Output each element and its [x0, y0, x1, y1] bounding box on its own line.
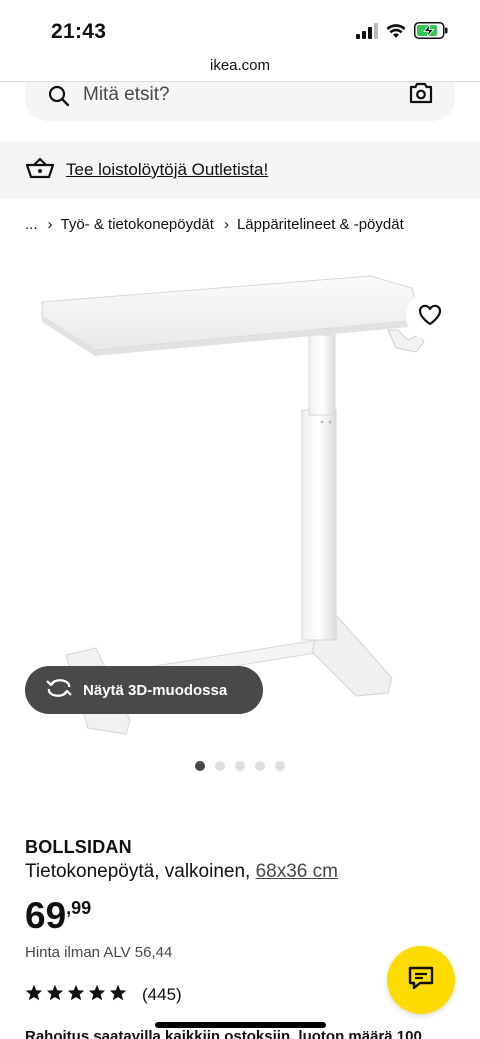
- view-3d-button[interactable]: Näytä 3D-muodossa: [25, 666, 263, 714]
- chat-icon: [408, 966, 434, 995]
- breadcrumb: ... › Työ- & tietokonepöydät › Läppärite…: [25, 216, 404, 233]
- price-decimal: ,99: [66, 898, 92, 918]
- search-input[interactable]: [83, 82, 383, 108]
- star-icon: [46, 984, 64, 1006]
- breadcrumb-ellipsis[interactable]: ...: [25, 216, 38, 233]
- rating-count: (445): [142, 985, 182, 1004]
- carousel-dot-5[interactable]: [275, 761, 285, 771]
- carousel-dot-2[interactable]: [215, 761, 225, 771]
- star-icon: [88, 984, 106, 1006]
- product-price: 69 ,99: [25, 896, 91, 936]
- search-bar: [25, 82, 455, 121]
- breadcrumb-item-work-desks[interactable]: Työ- & tietokonepöydät: [61, 216, 214, 233]
- price-excl-vat: Hinta ilman ALV 56,44: [25, 944, 173, 961]
- financing-text[interactable]: Rahoitus saatavilla kaikkiin ostoksiin, …: [25, 1028, 422, 1039]
- carousel-dots: [195, 761, 285, 771]
- product-rating[interactable]: (445): [25, 984, 182, 1006]
- basket-icon: [25, 157, 55, 184]
- outlet-promo-banner[interactable]: Tee loistolöytöjä Outletista!: [0, 141, 480, 199]
- carousel-dot-4[interactable]: [255, 761, 265, 771]
- view-3d-label: Näytä 3D-muodossa: [83, 681, 228, 699]
- rotate-3d-icon: [45, 678, 73, 702]
- signal-icon: [356, 22, 378, 44]
- breadcrumb-item-laptop-stands[interactable]: Läppäritelineet & -pöydät: [237, 216, 404, 233]
- product-size-link[interactable]: 68x36 cm: [256, 861, 338, 882]
- search-icon: [47, 84, 71, 113]
- chevron-right-icon: ›: [47, 216, 53, 233]
- chat-button[interactable]: [387, 946, 455, 1014]
- product-name: BOLLSIDAN: [25, 837, 132, 857]
- product-type: Tietokonepöytä, valkoinen,: [25, 861, 251, 882]
- home-indicator: [155, 1022, 326, 1028]
- carousel-dot-1[interactable]: [195, 761, 205, 771]
- chevron-right-icon: ›: [223, 216, 229, 233]
- carousel-dot-3[interactable]: [235, 761, 245, 771]
- camera-icon[interactable]: [409, 82, 433, 109]
- status-icons: [356, 22, 448, 44]
- status-bar: 21:43: [0, 0, 480, 54]
- url-text: ikea.com: [209, 57, 271, 74]
- star-icon: [25, 984, 43, 1006]
- browser-url-bar[interactable]: ikea.com: [0, 54, 480, 82]
- star-icon: [109, 984, 127, 1006]
- heart-icon: [418, 304, 442, 329]
- outlet-promo-link[interactable]: Tee loistolöytöjä Outletista!: [66, 160, 268, 180]
- status-time: 21:43: [51, 20, 107, 43]
- battery-charging-icon: [414, 22, 448, 44]
- favorite-button[interactable]: [406, 292, 454, 340]
- wifi-icon: [386, 23, 406, 44]
- product-description: Tietokonepöytä, valkoinen, 68x36 cm: [25, 861, 338, 883]
- star-icon: [67, 984, 85, 1006]
- price-integer: 69: [25, 895, 67, 936]
